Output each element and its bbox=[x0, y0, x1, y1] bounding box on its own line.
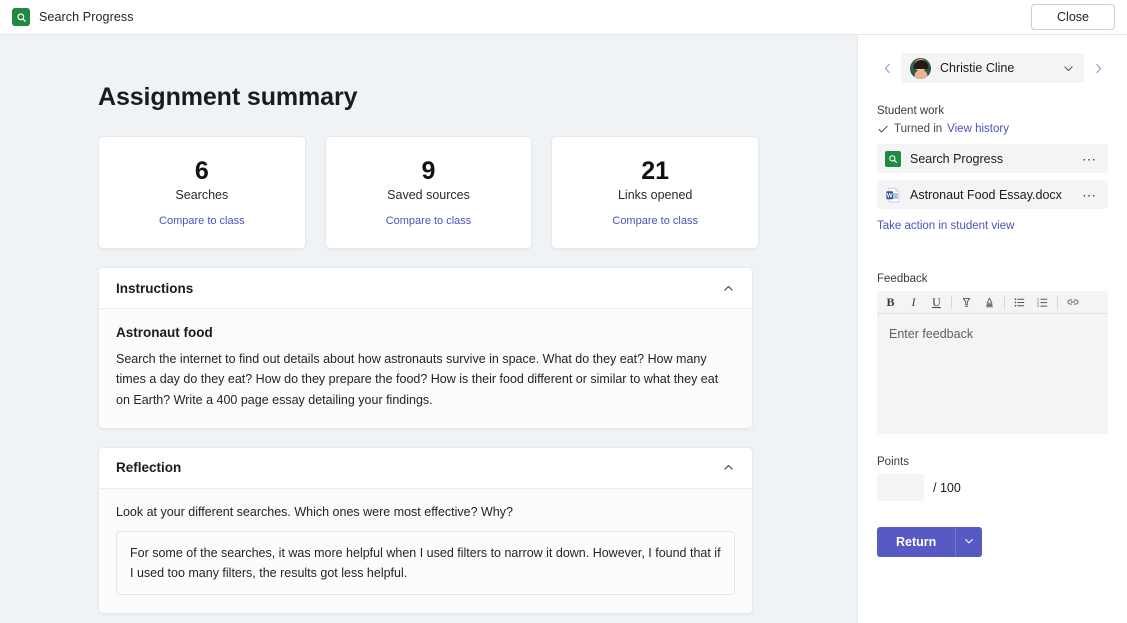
reflection-panel: Reflection Look at your different search… bbox=[98, 447, 753, 614]
reflection-answer: For some of the searches, it was more he… bbox=[116, 531, 735, 595]
student-selector[interactable]: Christie Cline bbox=[901, 53, 1084, 83]
instructions-panel-body: Astronaut food Search the internet to fi… bbox=[99, 309, 752, 428]
bold-icon[interactable]: B bbox=[879, 292, 902, 313]
instructions-panel-header[interactable]: Instructions bbox=[99, 268, 752, 309]
instructions-text: Search the internet to find out details … bbox=[116, 349, 735, 410]
panel-title: Reflection bbox=[116, 460, 181, 475]
feedback-input[interactable]: Enter feedback bbox=[877, 314, 1108, 434]
points-input[interactable] bbox=[877, 474, 924, 501]
toolbar-divider bbox=[951, 296, 952, 309]
top-bar: Search Progress Close bbox=[0, 0, 1127, 35]
stat-label: Links opened bbox=[618, 188, 692, 202]
top-bar-brand: Search Progress bbox=[0, 8, 134, 26]
stats-row: 6 Searches Compare to class 9 Saved sour… bbox=[98, 136, 759, 249]
stat-value: 21 bbox=[641, 158, 669, 186]
reflection-panel-body: Look at your different searches. Which o… bbox=[99, 489, 752, 613]
reflection-question: Look at your different searches. Which o… bbox=[116, 505, 735, 519]
search-progress-icon bbox=[12, 8, 30, 26]
student-navigator: Christie Cline bbox=[877, 35, 1108, 83]
panel-title: Instructions bbox=[116, 281, 193, 296]
return-dropdown-button[interactable] bbox=[955, 527, 982, 557]
more-options-icon[interactable]: ⋯ bbox=[1079, 188, 1100, 202]
stat-card-searches: 6 Searches Compare to class bbox=[98, 136, 306, 249]
instructions-panel: Instructions Astronaut food Search the i… bbox=[98, 267, 753, 429]
reflection-panel-header[interactable]: Reflection bbox=[99, 448, 752, 489]
search-progress-icon bbox=[885, 151, 901, 167]
numbered-list-icon[interactable]: 1 2 3 bbox=[1031, 292, 1054, 313]
return-button-group: Return bbox=[877, 527, 1108, 557]
turned-in-status: Turned in View history bbox=[877, 123, 1108, 135]
instructions-subtitle: Astronaut food bbox=[116, 325, 735, 340]
chevron-right-icon[interactable] bbox=[1088, 54, 1108, 82]
status-badge: Turned in bbox=[894, 123, 942, 135]
bulleted-list-icon[interactable] bbox=[1008, 292, 1031, 313]
points-total: / 100 bbox=[933, 481, 961, 495]
student-work-file-essay[interactable]: W Astronaut Food Essay.docx ⋯ bbox=[877, 180, 1108, 209]
main-content: Assignment summary 6 Searches Compare to… bbox=[0, 35, 857, 623]
close-button[interactable]: Close bbox=[1031, 4, 1115, 30]
font-color-icon[interactable] bbox=[978, 292, 1001, 313]
avatar bbox=[910, 58, 931, 79]
app-title: Search Progress bbox=[39, 10, 134, 24]
stat-card-saved-sources: 9 Saved sources Compare to class bbox=[325, 136, 533, 249]
feedback-toolbar: B I U bbox=[877, 291, 1108, 314]
feedback-label: Feedback bbox=[877, 273, 1108, 285]
compare-to-class-link[interactable]: Compare to class bbox=[386, 215, 472, 227]
highlight-icon[interactable] bbox=[955, 292, 978, 313]
toolbar-divider bbox=[1004, 296, 1005, 309]
stat-value: 6 bbox=[195, 158, 209, 186]
student-work-label: Student work bbox=[877, 105, 1108, 117]
more-options-icon[interactable]: ⋯ bbox=[1079, 152, 1100, 166]
compare-to-class-link[interactable]: Compare to class bbox=[612, 215, 698, 227]
points-row: / 100 bbox=[877, 474, 1108, 501]
chevron-up-icon[interactable] bbox=[722, 282, 735, 295]
toolbar-divider bbox=[1057, 296, 1058, 309]
checkmark-icon bbox=[877, 123, 889, 135]
file-name: Astronaut Food Essay.docx bbox=[910, 188, 1070, 202]
points-label: Points bbox=[877, 456, 1108, 468]
top-bar-actions: Close bbox=[1031, 4, 1127, 30]
svg-text:W: W bbox=[887, 193, 893, 199]
return-button[interactable]: Return bbox=[877, 527, 955, 557]
chevron-left-icon[interactable] bbox=[877, 54, 897, 82]
student-name: Christie Cline bbox=[940, 61, 1053, 75]
stat-label: Searches bbox=[175, 188, 228, 202]
compare-to-class-link[interactable]: Compare to class bbox=[159, 215, 245, 227]
word-document-icon: W bbox=[885, 187, 901, 203]
file-name: Search Progress bbox=[910, 152, 1070, 166]
svg-text:3: 3 bbox=[1037, 304, 1039, 308]
feedback-placeholder: Enter feedback bbox=[889, 327, 973, 341]
underline-icon[interactable]: U bbox=[925, 292, 948, 313]
main-inner: Assignment summary 6 Searches Compare to… bbox=[0, 35, 857, 623]
student-work-file-search-progress[interactable]: Search Progress ⋯ bbox=[877, 144, 1108, 173]
chevron-down-icon bbox=[963, 535, 975, 550]
view-history-link[interactable]: View history bbox=[947, 123, 1009, 135]
chevron-up-icon[interactable] bbox=[722, 461, 735, 474]
take-action-link[interactable]: Take action in student view bbox=[877, 220, 1014, 232]
italic-icon[interactable]: I bbox=[902, 292, 925, 313]
stat-value: 9 bbox=[422, 158, 436, 186]
stat-label: Saved sources bbox=[387, 188, 470, 202]
student-sidebar: Christie Cline Student work Turned in Vi… bbox=[857, 35, 1127, 623]
page-title: Assignment summary bbox=[98, 83, 857, 112]
stat-card-links-opened: 21 Links opened Compare to class bbox=[551, 136, 759, 249]
insert-link-icon[interactable] bbox=[1061, 292, 1084, 313]
chevron-down-icon[interactable] bbox=[1062, 62, 1075, 75]
